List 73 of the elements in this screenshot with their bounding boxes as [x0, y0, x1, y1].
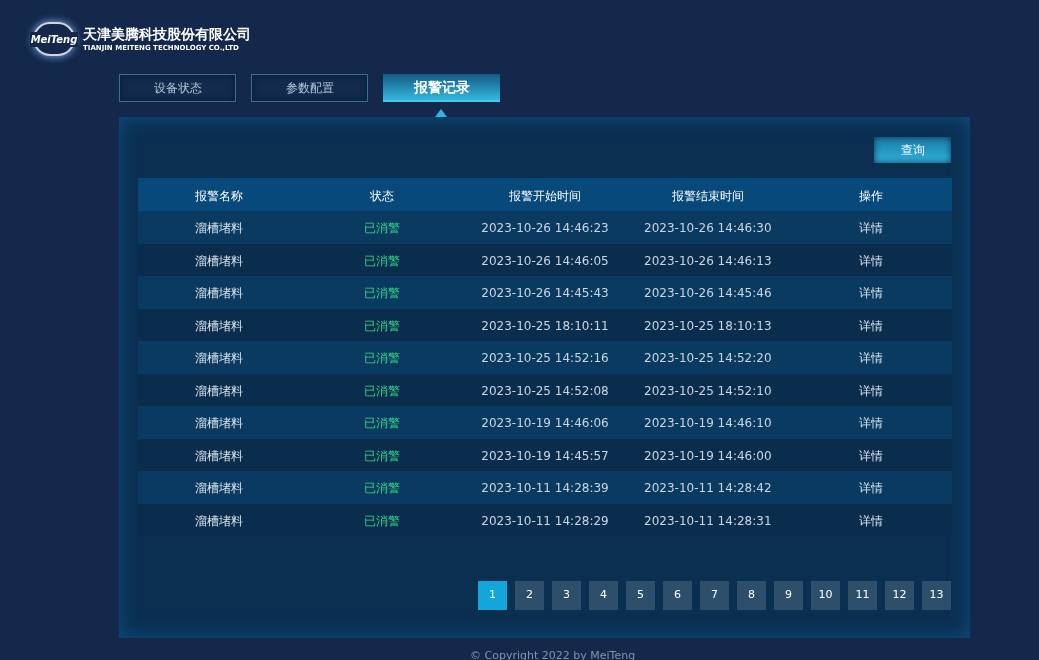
table-cell: 溜槽堵料 [195, 416, 244, 431]
table-cell: 2023-10-11 14:28:42 [644, 481, 772, 496]
details-link[interactable]: 详情 [858, 513, 883, 528]
details-link[interactable]: 详情 [858, 351, 883, 366]
table-cell: 溜槽堵料 [195, 448, 244, 463]
table-cell: 已消警 [364, 286, 401, 301]
table-cell: 已消警 [364, 221, 401, 236]
logo-text: MeiTeng [29, 31, 79, 47]
details-link[interactable]: 详情 [858, 318, 883, 333]
table-cell: 2023-10-26 14:45:43 [481, 286, 609, 301]
page-button[interactable]: 5 [626, 581, 655, 610]
table-cell: 2023-10-25 18:10:13 [644, 318, 772, 333]
table-cell: 2023-10-25 14:52:20 [644, 351, 772, 366]
details-link[interactable]: 详情 [858, 286, 883, 301]
table-cell: 已消警 [364, 448, 401, 463]
column-header: 状态 [370, 188, 395, 203]
page-button[interactable]: 6 [663, 581, 692, 610]
table-cell: 已消警 [364, 253, 401, 268]
table-cell: 2023-10-26 14:45:46 [644, 286, 772, 301]
table-cell: 2023-10-26 14:46:05 [481, 253, 609, 268]
page-button[interactable]: 4 [589, 581, 618, 610]
details-link[interactable]: 详情 [858, 416, 883, 431]
column-header: 报警开始时间 [509, 188, 581, 203]
table-cell: 2023-10-19 14:45:57 [481, 448, 609, 463]
table-cell: 2023-10-26 14:46:30 [644, 221, 772, 236]
page-button[interactable]: 7 [700, 581, 729, 610]
tab[interactable]: 设备状态 [119, 74, 236, 102]
table-cell: 2023-10-19 14:46:06 [481, 416, 609, 431]
table-cell: 2023-10-25 14:52:08 [481, 383, 609, 398]
details-link[interactable]: 详情 [858, 448, 883, 463]
table-cell: 溜槽堵料 [195, 221, 244, 236]
details-link[interactable]: 详情 [858, 221, 883, 236]
table-cell: 已消警 [364, 416, 401, 431]
table-cell: 2023-10-25 14:52:16 [481, 351, 609, 366]
table-cell: 2023-10-19 14:46:00 [644, 448, 772, 463]
page-button[interactable]: 2 [515, 581, 544, 610]
table-cell: 2023-10-11 14:28:31 [644, 513, 772, 528]
table-cell: 2023-10-26 14:46:13 [644, 253, 772, 268]
page-button[interactable]: 10 [811, 581, 840, 610]
table-cell: 溜槽堵料 [195, 513, 244, 528]
details-link[interactable]: 详情 [858, 481, 883, 496]
page-button[interactable]: 8 [737, 581, 766, 610]
company-name: 天津美腾科技股份有限公司 [83, 25, 251, 43]
table-cell: 已消警 [364, 318, 401, 333]
table-cell: 溜槽堵料 [195, 481, 244, 496]
tab[interactable]: 报警记录 [383, 74, 500, 102]
table-cell: 2023-10-11 14:28:39 [481, 481, 609, 496]
tab[interactable]: 参数配置 [251, 74, 368, 102]
table-cell: 已消警 [364, 383, 401, 398]
table-cell: 2023-10-25 18:10:11 [481, 318, 609, 333]
table-cell: 2023-10-25 14:52:10 [644, 383, 772, 398]
table-cell: 2023-10-11 14:28:29 [481, 513, 609, 528]
page-button[interactable]: 13 [922, 581, 951, 610]
page-button[interactable]: 11 [848, 581, 877, 610]
table-cell: 已消警 [364, 481, 401, 496]
table-cell: 溜槽堵料 [195, 286, 244, 301]
details-link[interactable]: 详情 [858, 253, 883, 268]
table-cell: 2023-10-26 14:46:23 [481, 221, 609, 236]
column-header: 操作 [858, 188, 883, 203]
table-cell: 溜槽堵料 [195, 253, 244, 268]
page-button[interactable]: 3 [552, 581, 581, 610]
table-cell: 溜槽堵料 [195, 318, 244, 333]
page-button[interactable]: 12 [885, 581, 914, 610]
page-button[interactable]: 9 [774, 581, 803, 610]
query-button[interactable]: 查询 [874, 137, 951, 163]
table-cell: 已消警 [364, 513, 401, 528]
table-cell: 2023-10-19 14:46:10 [644, 416, 772, 431]
column-header: 报警名称 [195, 188, 244, 203]
table-cell: 已消警 [364, 351, 401, 366]
column-header: 报警结束时间 [671, 188, 744, 203]
details-link[interactable]: 详情 [858, 383, 883, 398]
table-cell: 溜槽堵料 [195, 383, 244, 398]
table-cell: 溜槽堵料 [195, 351, 244, 366]
